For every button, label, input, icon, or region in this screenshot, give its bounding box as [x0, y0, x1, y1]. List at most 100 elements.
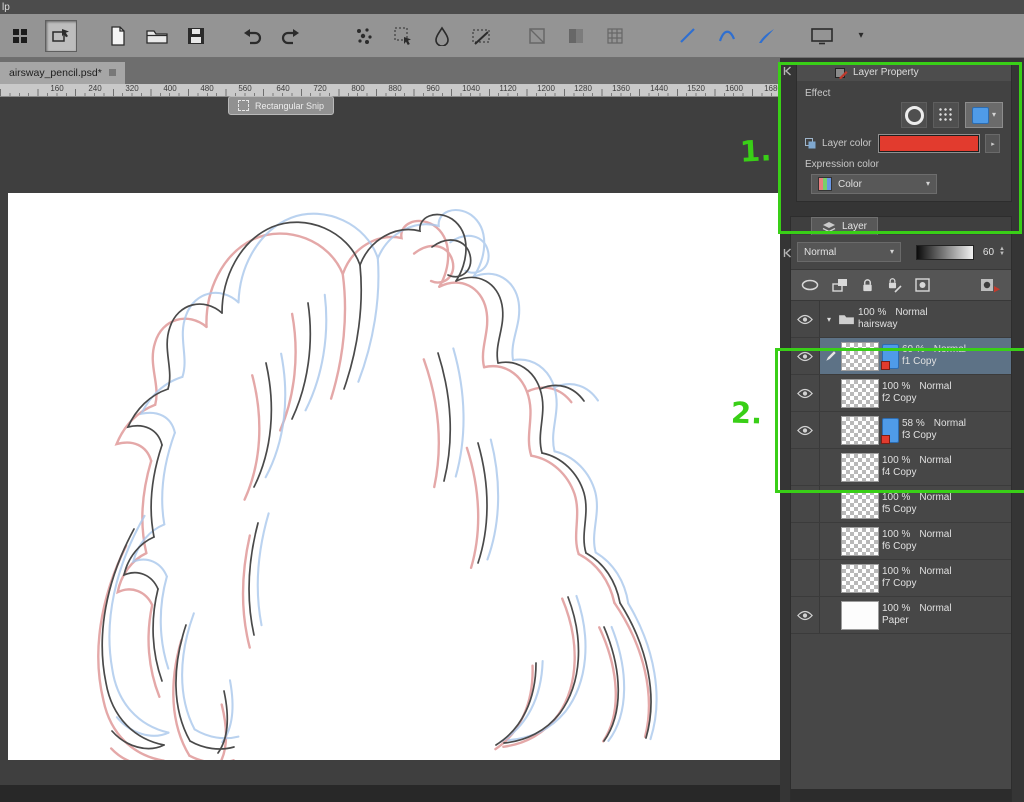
layer-thumbnail[interactable] — [841, 490, 879, 519]
bottom-strip — [0, 785, 780, 802]
layer-color-badge — [882, 344, 899, 369]
opacity-widget: 60 ▲▼ — [916, 245, 1005, 260]
ruler-number: 640 — [276, 84, 289, 93]
layer-thumbnail[interactable] — [841, 416, 879, 445]
clip-to-layer-icon[interactable] — [832, 278, 848, 292]
tab-close-button[interactable] — [109, 69, 116, 76]
layer-row-paper[interactable]: 100 %Normal Paper — [791, 597, 1011, 634]
layer-opacity: 100 % — [882, 529, 910, 540]
gradient-icon[interactable] — [561, 21, 591, 51]
eye-icon[interactable] — [797, 610, 813, 621]
layer-visibility-cell[interactable] — [791, 486, 820, 522]
layer-visibility-cell[interactable] — [791, 338, 820, 374]
layer-visibility-cell[interactable] — [791, 301, 820, 337]
layer-color-swatch-icon — [805, 138, 816, 149]
layer-visibility-cell[interactable] — [791, 375, 820, 411]
drawing-canvas[interactable] — [8, 193, 780, 760]
curve-tool-icon[interactable] — [712, 21, 742, 51]
layer-row-f3-copy[interactable]: 58 %Normal f3 Copy — [791, 412, 1011, 449]
display-mode-icon[interactable] — [807, 21, 837, 51]
vector-line-tool-icon[interactable] — [751, 21, 781, 51]
folder-expand-caret[interactable]: ▾ — [823, 315, 835, 324]
new-file-icon[interactable] — [103, 21, 133, 51]
layer-property-header[interactable]: Layer Property — [797, 64, 1011, 81]
layer-palette-options-icon[interactable] — [980, 277, 1001, 293]
eye-icon[interactable] — [797, 351, 813, 362]
layer-row-f2-copy[interactable]: 100 %Normal f2 Copy — [791, 375, 1011, 412]
snip-tooltip[interactable]: Rectangular Snip — [228, 96, 334, 115]
move-selection-icon[interactable] — [388, 21, 418, 51]
save-file-icon[interactable] — [181, 21, 211, 51]
layer-panel-title: Layer — [842, 221, 867, 232]
eye-icon[interactable] — [797, 388, 813, 399]
eye-icon[interactable] — [797, 425, 813, 436]
layer-thumbnail[interactable] — [841, 601, 879, 630]
document-tab-bar: airsway_pencil.psd* — [0, 58, 780, 84]
document-area: airsway_pencil.psd* 160 240 320 400 480 … — [0, 58, 780, 802]
layer-row-f6-copy[interactable]: 100 %Normal f6 Copy — [791, 523, 1011, 560]
transparent-area-icon[interactable] — [801, 279, 819, 291]
toolbar-menu-icon[interactable]: ▾ — [846, 21, 876, 51]
enable-mask-icon[interactable] — [915, 278, 931, 292]
layer-row-f4-copy[interactable]: 100 %Normal f4 Copy — [791, 449, 1011, 486]
layer-row-f1-copy[interactable]: 60 %Normal f1 Copy — [791, 338, 1011, 375]
menu-bar: lp — [0, 0, 1024, 14]
layer-visibility-cell[interactable] — [791, 597, 820, 633]
layer-visibility-cell[interactable] — [791, 523, 820, 559]
layer-visibility-cell[interactable] — [791, 560, 820, 596]
document-tab[interactable]: airsway_pencil.psd* — [0, 62, 125, 84]
layer-row-f5-copy[interactable]: 100 %Normal f5 Copy — [791, 486, 1011, 523]
expression-color-select[interactable]: Color ▾ — [811, 174, 937, 194]
editing-pen-icon — [823, 350, 838, 362]
scatter-icon[interactable] — [349, 21, 379, 51]
layer-color-effect-button[interactable]: ▾ — [965, 102, 1003, 128]
ruler-number: 1440 — [650, 84, 668, 93]
layer-controls-row: Normal ▾ 60 ▲▼ — [791, 235, 1011, 270]
app-grid-icon[interactable] — [6, 21, 36, 51]
ruler-number: 1360 — [612, 84, 630, 93]
grid-icon[interactable] — [600, 21, 630, 51]
blend-mode-select[interactable]: Normal ▾ — [797, 242, 901, 262]
layer-thumbnail[interactable] — [841, 453, 879, 482]
layer-property-icon — [835, 66, 848, 79]
layer-thumbnail[interactable] — [841, 342, 879, 371]
layer-name: hairsway — [858, 319, 928, 332]
expression-color-value: Color — [838, 179, 920, 190]
ruler-number: 800 — [351, 84, 364, 93]
straight-line-tool-icon[interactable] — [673, 21, 703, 51]
undo-icon[interactable] — [237, 21, 267, 51]
ruler-number: 960 — [426, 84, 439, 93]
ruler-number: 1040 — [462, 84, 480, 93]
open-file-icon[interactable] — [142, 21, 172, 51]
lock-layer-icon[interactable] — [861, 278, 874, 293]
layer-visibility-cell[interactable] — [791, 449, 820, 485]
layer-color-label: Layer color — [822, 138, 871, 149]
layer-panel-tab[interactable]: Layer — [811, 217, 878, 235]
menu-item-help[interactable]: lp — [2, 2, 10, 13]
layer-thumbnail[interactable] — [841, 527, 879, 556]
collapse-panel-icon[interactable] — [783, 248, 793, 258]
blend-tool-icon[interactable] — [427, 21, 457, 51]
layer-row-hairsway[interactable]: ▾ 100 %Normal hairsway — [791, 301, 1011, 338]
tone-effect-button[interactable] — [933, 102, 959, 128]
eye-icon[interactable] — [797, 314, 813, 325]
redo-icon[interactable] — [276, 21, 306, 51]
opacity-slider[interactable] — [916, 245, 974, 260]
layer-color-expand-button[interactable]: ▸ — [985, 134, 1000, 153]
rectangular-snip-icon — [238, 100, 249, 111]
layer-row-f7-copy[interactable]: 100 %Normal f7 Copy — [791, 560, 1011, 597]
transform-icon[interactable] — [522, 21, 552, 51]
layer-thumbnail[interactable] — [841, 564, 879, 593]
border-effect-button[interactable] — [901, 102, 927, 128]
layer-visibility-cell[interactable] — [791, 412, 820, 448]
layer-opacity: 100 % — [858, 307, 886, 318]
lock-transparent-pixels-icon[interactable] — [887, 277, 902, 293]
object-select-tool-icon[interactable] — [45, 20, 77, 52]
layer-thumbnail[interactable] — [841, 379, 879, 408]
ruler-number: 560 — [238, 84, 251, 93]
collapse-panel-icon[interactable] — [783, 66, 793, 76]
opacity-stepper[interactable]: ▲▼ — [999, 247, 1005, 257]
layer-color-swatch[interactable] — [879, 135, 979, 152]
deselect-icon[interactable] — [466, 21, 496, 51]
main-toolbar: ▾ — [0, 14, 1024, 58]
